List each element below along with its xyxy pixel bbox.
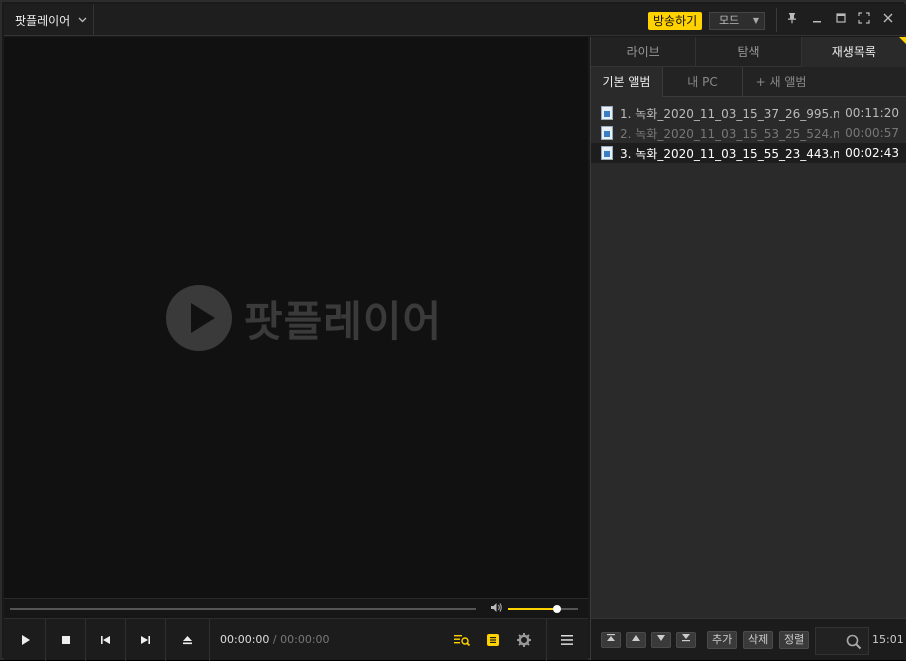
panel-tabs: 라이브 탐색 재생목록	[591, 37, 906, 67]
volume-knob[interactable]	[553, 605, 561, 613]
volume-icon[interactable]	[490, 602, 503, 616]
mode-label: 모드	[719, 14, 740, 27]
previous-button[interactable]	[86, 619, 126, 661]
title-bar: 팟플레이어 방송하기 모드 ▼	[4, 4, 906, 36]
settings-gear-icon[interactable]	[514, 630, 534, 650]
play-button[interactable]	[6, 619, 46, 661]
sort-button[interactable]: 정렬	[779, 631, 810, 649]
volume-slider[interactable]	[508, 605, 578, 613]
app-menu-button[interactable]: 팟플레이어	[4, 4, 94, 36]
time-display: 00:00:00 / 00:00:00	[220, 619, 330, 661]
logo-text: 팟플레이어	[244, 296, 443, 346]
playlist: 1. 녹화_2020_11_03_15_37_26_995.mp4 00:11:…	[591, 103, 906, 163]
playlist-toolbar: 추가 삭제 정렬 15:01	[591, 618, 906, 660]
next-button[interactable]	[126, 619, 166, 661]
player-logo: 팟플레이어	[166, 285, 442, 351]
clock: 15:01	[872, 633, 904, 646]
skip-back-icon	[101, 636, 110, 644]
playlist-search[interactable]	[815, 627, 869, 655]
eject-icon	[183, 636, 192, 645]
current-time: 00:00:00	[220, 633, 270, 646]
video-file-icon	[601, 106, 613, 120]
tab-browse[interactable]: 탐색	[696, 37, 802, 67]
chevron-down-icon	[78, 15, 87, 26]
title-divider	[776, 8, 777, 32]
subtab-my-pc[interactable]: 내 PC	[663, 67, 743, 97]
menu-icon[interactable]	[557, 630, 577, 650]
volume-fill	[508, 608, 557, 610]
maximize-icon[interactable]	[833, 12, 849, 28]
tab-live[interactable]: 라이브	[591, 37, 697, 67]
seek-row	[4, 598, 588, 618]
item-duration: 00:00:57	[845, 126, 899, 140]
play-logo-icon	[166, 285, 232, 351]
controls-divider	[546, 619, 547, 661]
item-name: 1. 녹화_2020_11_03_15_37_26_995.mp4	[620, 106, 840, 121]
pin-icon[interactable]	[784, 12, 800, 28]
list-item[interactable]: 3. 녹화_2020_11_03_15_55_23_443.mp4 00:02:…	[591, 143, 906, 163]
broadcast-button[interactable]: 방송하기	[648, 12, 703, 30]
move-up-icon[interactable]	[626, 632, 646, 648]
search-icon	[846, 634, 862, 653]
move-bottom-icon[interactable]	[676, 632, 696, 648]
mode-dropdown[interactable]: 모드 ▼	[709, 12, 765, 30]
close-icon[interactable]	[880, 12, 896, 28]
control-bar: 00:00:00 / 00:00:00	[4, 618, 588, 661]
fullscreen-icon[interactable]	[856, 12, 872, 28]
list-item[interactable]: 1. 녹화_2020_11_03_15_37_26_995.mp4 00:11:…	[591, 103, 906, 123]
minimize-icon[interactable]	[809, 12, 825, 28]
dropdown-arrow-icon: ▼	[752, 16, 759, 25]
play-icon	[21, 635, 30, 645]
stop-icon	[61, 636, 70, 644]
app-name: 팟플레이어	[15, 13, 71, 28]
seek-bar[interactable]	[10, 608, 476, 610]
video-area[interactable]: 팟플레이어	[4, 37, 588, 598]
album-tabs: 기본 앨범 내 PC + 새 앨범	[591, 67, 906, 97]
move-top-icon[interactable]	[601, 632, 621, 648]
eject-button[interactable]	[166, 619, 210, 661]
item-name: 3. 녹화_2020_11_03_15_55_23_443.mp4	[620, 146, 840, 161]
skip-forward-icon	[141, 636, 150, 644]
subtab-new-album[interactable]: + 새 앨범	[743, 67, 819, 97]
item-name: 2. 녹화_2020_11_03_15_53_25_524.mp4	[620, 126, 840, 141]
video-file-icon	[601, 126, 613, 140]
player-window: 팟플레이어 방송하기 모드 ▼ 팟플레이어 00:00:00 / 00:00:0…	[0, 0, 906, 661]
item-duration: 00:11:20	[845, 106, 899, 120]
time-separator: /	[272, 633, 277, 646]
stop-button[interactable]	[46, 619, 86, 661]
playlist-panel: 라이브 탐색 재생목록 기본 앨범 내 PC + 새 앨범 1. 녹화_2020…	[590, 37, 906, 660]
total-time: 00:00:00	[280, 633, 330, 646]
video-file-icon	[601, 146, 613, 160]
tab-playlist[interactable]: 재생목록	[801, 37, 906, 67]
move-down-icon[interactable]	[651, 632, 671, 648]
list-item[interactable]: 2. 녹화_2020_11_03_15_53_25_524.mp4 00:00:…	[591, 123, 906, 143]
add-button[interactable]: 추가	[707, 631, 738, 649]
playlist-search-icon[interactable]	[452, 630, 472, 650]
subtab-default-album[interactable]: 기본 앨범	[591, 67, 663, 97]
playlist-panel-icon[interactable]	[483, 630, 503, 650]
delete-button[interactable]: 삭제	[743, 631, 774, 649]
item-duration: 00:02:43	[845, 146, 899, 160]
